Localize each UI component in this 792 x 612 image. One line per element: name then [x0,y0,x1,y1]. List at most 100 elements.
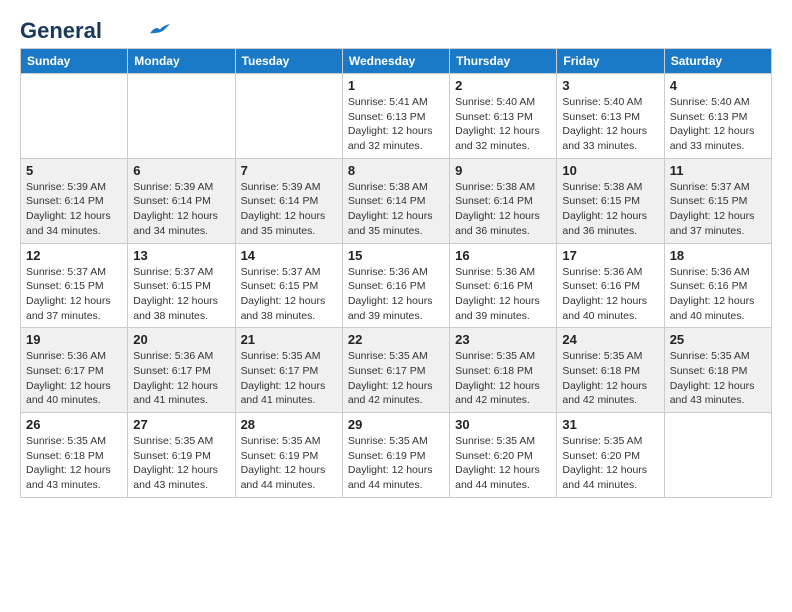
day-info: Sunrise: 5:36 AM Sunset: 6:17 PM Dayligh… [26,349,122,408]
calendar-cell: 27Sunrise: 5:35 AM Sunset: 6:19 PM Dayli… [128,413,235,498]
day-info: Sunrise: 5:38 AM Sunset: 6:15 PM Dayligh… [562,180,658,239]
day-number: 14 [241,248,337,263]
day-number: 9 [455,163,551,178]
day-info: Sunrise: 5:39 AM Sunset: 6:14 PM Dayligh… [133,180,229,239]
day-number: 5 [26,163,122,178]
day-info: Sunrise: 5:38 AM Sunset: 6:14 PM Dayligh… [455,180,551,239]
day-info: Sunrise: 5:39 AM Sunset: 6:14 PM Dayligh… [241,180,337,239]
calendar-cell: 1 Sunrise: 5:41 AM Sunset: 6:13 PM Daylig… [342,74,449,159]
day-number: 24 [562,332,658,347]
calendar-cell: 9 Sunrise: 5:38 AM Sunset: 6:14 PM Daylig… [450,158,557,243]
day-number: 29 [348,417,444,432]
calendar-cell [21,74,128,159]
calendar-cell: 16 Sunrise: 5:36 AM Sunset: 6:16 PM Dayli… [450,243,557,328]
calendar-cell: 30 Sunrise: 5:35 AM Sunset: 6:20 PM Dayli… [450,413,557,498]
day-info: Sunrise: 5:41 AM Sunset: 6:13 PM Dayligh… [348,95,444,154]
day-number: 8 [348,163,444,178]
calendar-cell: 12Sunrise: 5:37 AM Sunset: 6:15 PM Dayli… [21,243,128,328]
calendar-week-row: 12 Sunrise: 5:37 AM Sunset: 6:15 PM Dayli… [21,243,772,328]
calendar-cell [235,74,342,159]
day-number: 11 [670,163,766,178]
calendar-cell: 19Sunrise: 5:36 AM Sunset: 6:17 PM Dayli… [21,328,128,413]
day-info: Sunrise: 5:36 AM Sunset: 6:17 PM Dayligh… [133,349,229,408]
column-header-friday: Friday [557,49,664,74]
calendar-cell: 23Sunrise: 5:35 AM Sunset: 6:18 PM Dayli… [450,328,557,413]
day-info: Sunrise: 5:35 AM Sunset: 6:18 PM Dayligh… [562,349,658,408]
day-number: 2 [455,78,551,93]
day-number: 22 [348,332,444,347]
day-number: 13 [133,248,229,263]
day-number: 27 [133,417,229,432]
day-number: 20 [133,332,229,347]
day-number: 16 [455,248,551,263]
day-number: 28 [241,417,337,432]
calendar-cell: 6 Sunrise: 5:39 AM Sunset: 6:14 PM Daylig… [128,158,235,243]
calendar-header-row: SundayMondayTuesdayWednesdayThursdayFrid… [21,49,772,74]
calendar-cell: 10Sunrise: 5:38 AM Sunset: 6:15 PM Dayli… [557,158,664,243]
day-info: Sunrise: 5:36 AM Sunset: 6:16 PM Dayligh… [670,265,766,324]
day-number: 15 [348,248,444,263]
day-number: 4 [670,78,766,93]
day-info: Sunrise: 5:35 AM Sunset: 6:20 PM Dayligh… [455,434,551,493]
calendar-table: SundayMondayTuesdayWednesdayThursdayFrid… [20,48,772,498]
day-info: Sunrise: 5:36 AM Sunset: 6:16 PM Dayligh… [455,265,551,324]
day-info: Sunrise: 5:39 AM Sunset: 6:14 PM Dayligh… [26,180,122,239]
calendar-week-row: 26 Sunrise: 5:35 AM Sunset: 6:18 PM Dayli… [21,413,772,498]
day-info: Sunrise: 5:37 AM Sunset: 6:15 PM Dayligh… [670,180,766,239]
calendar-cell: 4 Sunrise: 5:40 AM Sunset: 6:13 PM Daylig… [664,74,771,159]
calendar-cell [128,74,235,159]
calendar-cell: 20 Sunrise: 5:36 AM Sunset: 6:17 PM Dayli… [128,328,235,413]
day-info: Sunrise: 5:37 AM Sunset: 6:15 PM Dayligh… [133,265,229,324]
day-info: Sunrise: 5:38 AM Sunset: 6:14 PM Dayligh… [348,180,444,239]
day-info: Sunrise: 5:36 AM Sunset: 6:16 PM Dayligh… [562,265,658,324]
day-info: Sunrise: 5:35 AM Sunset: 6:18 PM Dayligh… [26,434,122,493]
day-info: Sunrise: 5:35 AM Sunset: 6:19 PM Dayligh… [348,434,444,493]
calendar-cell: 21 Sunrise: 5:35 AM Sunset: 6:17 PM Dayli… [235,328,342,413]
day-number: 30 [455,417,551,432]
day-number: 18 [670,248,766,263]
day-info: Sunrise: 5:37 AM Sunset: 6:15 PM Dayligh… [241,265,337,324]
calendar-cell: 26 Sunrise: 5:35 AM Sunset: 6:18 PM Dayli… [21,413,128,498]
calendar-cell [664,413,771,498]
day-number: 23 [455,332,551,347]
day-info: Sunrise: 5:35 AM Sunset: 6:20 PM Dayligh… [562,434,658,493]
calendar-cell: 15Sunrise: 5:36 AM Sunset: 6:16 PM Dayli… [342,243,449,328]
calendar-cell: 11 Sunrise: 5:37 AM Sunset: 6:15 PM Dayli… [664,158,771,243]
day-info: Sunrise: 5:35 AM Sunset: 6:17 PM Dayligh… [241,349,337,408]
calendar-cell: 5 Sunrise: 5:39 AM Sunset: 6:14 PM Daylig… [21,158,128,243]
column-header-monday: Monday [128,49,235,74]
calendar-cell: 8 Sunrise: 5:38 AM Sunset: 6:14 PM Daylig… [342,158,449,243]
day-number: 1 [348,78,444,93]
day-number: 17 [562,248,658,263]
day-number: 7 [241,163,337,178]
logo-text: General [20,20,102,42]
calendar-cell: 2 Sunrise: 5:40 AM Sunset: 6:13 PM Daylig… [450,74,557,159]
calendar-cell: 22Sunrise: 5:35 AM Sunset: 6:17 PM Dayli… [342,328,449,413]
day-number: 25 [670,332,766,347]
calendar-cell: 13 Sunrise: 5:37 AM Sunset: 6:15 PM Dayli… [128,243,235,328]
column-header-wednesday: Wednesday [342,49,449,74]
day-number: 12 [26,248,122,263]
calendar-week-row: 1 Sunrise: 5:41 AM Sunset: 6:13 PM Daylig… [21,74,772,159]
day-info: Sunrise: 5:40 AM Sunset: 6:13 PM Dayligh… [670,95,766,154]
day-info: Sunrise: 5:40 AM Sunset: 6:13 PM Dayligh… [562,95,658,154]
day-info: Sunrise: 5:40 AM Sunset: 6:13 PM Dayligh… [455,95,551,154]
column-header-sunday: Sunday [21,49,128,74]
day-info: Sunrise: 5:35 AM Sunset: 6:19 PM Dayligh… [241,434,337,493]
calendar-cell: 28 Sunrise: 5:35 AM Sunset: 6:19 PM Dayli… [235,413,342,498]
calendar-cell: 29 Sunrise: 5:35 AM Sunset: 6:19 PM Dayli… [342,413,449,498]
day-number: 26 [26,417,122,432]
calendar-cell: 24 Sunrise: 5:35 AM Sunset: 6:18 PM Dayli… [557,328,664,413]
calendar-week-row: 19Sunrise: 5:36 AM Sunset: 6:17 PM Dayli… [21,328,772,413]
calendar-week-row: 5 Sunrise: 5:39 AM Sunset: 6:14 PM Daylig… [21,158,772,243]
calendar-cell: 14 Sunrise: 5:37 AM Sunset: 6:15 PM Dayli… [235,243,342,328]
column-header-saturday: Saturday [664,49,771,74]
day-number: 31 [562,417,658,432]
page-header: General [20,20,772,38]
day-number: 6 [133,163,229,178]
calendar-cell: 25Sunrise: 5:35 AM Sunset: 6:18 PM Dayli… [664,328,771,413]
day-number: 21 [241,332,337,347]
column-header-thursday: Thursday [450,49,557,74]
calendar-cell: 31 Sunrise: 5:35 AM Sunset: 6:20 PM Dayli… [557,413,664,498]
column-header-tuesday: Tuesday [235,49,342,74]
